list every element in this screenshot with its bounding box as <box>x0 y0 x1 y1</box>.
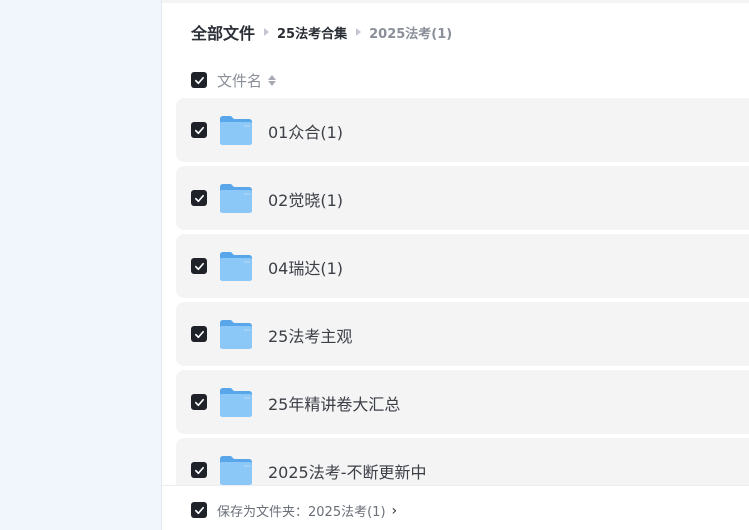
checkmark-icon <box>194 330 204 338</box>
file-row[interactable]: 02觉晓(1) <box>176 166 749 230</box>
save-footer: 保存为文件夹： 2025法考(1) › <box>162 485 749 530</box>
file-checkbox[interactable] <box>191 258 207 274</box>
folder-icon <box>218 318 254 350</box>
top-divider <box>162 0 749 3</box>
column-header-label: 文件名 <box>217 72 263 90</box>
checkmark-icon <box>194 466 204 474</box>
checkmark-icon <box>194 76 204 84</box>
file-name[interactable]: 01众合(1) <box>268 119 343 143</box>
breadcrumb-separator-icon <box>264 28 270 36</box>
breadcrumb-root[interactable]: 全部文件 <box>191 20 255 44</box>
select-all-checkbox[interactable] <box>191 72 207 88</box>
file-checkbox[interactable] <box>191 394 207 410</box>
file-browser: 全部文件 25法考合集 2025法考(1) 文件名 01众合(1) 02觉晓(1)… <box>162 0 749 530</box>
file-checkbox[interactable] <box>191 190 207 206</box>
checkmark-icon <box>194 398 204 406</box>
folder-icon <box>218 182 254 214</box>
file-row[interactable]: 01众合(1) <box>176 98 749 162</box>
checkmark-icon <box>194 126 204 134</box>
checkmark-icon <box>194 506 204 514</box>
sort-icon[interactable] <box>268 75 277 86</box>
file-checkbox[interactable] <box>191 326 207 342</box>
folder-icon <box>218 250 254 282</box>
checkmark-icon <box>194 194 204 202</box>
file-row[interactable]: 25法考主观 <box>176 302 749 366</box>
folder-icon <box>218 114 254 146</box>
file-name[interactable]: 04瑞达(1) <box>268 255 343 279</box>
file-name[interactable]: 25法考主观 <box>268 323 352 347</box>
file-list: 01众合(1) 02觉晓(1) 04瑞达(1) 25法考主观 25年精讲卷大汇总 2025… <box>176 98 749 506</box>
list-header: 文件名 <box>162 66 749 96</box>
breadcrumb-parent[interactable]: 25法考合集 <box>277 23 347 42</box>
folder-icon <box>218 454 254 486</box>
file-name[interactable]: 25年精讲卷大汇总 <box>268 391 400 415</box>
file-row[interactable]: 04瑞达(1) <box>176 234 749 298</box>
column-header-filename[interactable]: 文件名 <box>217 70 277 91</box>
checkmark-icon <box>194 262 204 270</box>
sidebar <box>0 0 162 530</box>
file-checkbox[interactable] <box>191 122 207 138</box>
save-as-folder-checkbox[interactable] <box>191 502 207 518</box>
folder-icon <box>218 386 254 418</box>
breadcrumb-separator-icon <box>356 28 362 36</box>
save-target-folder: 2025法考(1) <box>308 505 386 520</box>
file-name[interactable]: 2025法考-不断更新中 <box>268 459 427 483</box>
file-name[interactable]: 02觉晓(1) <box>268 187 343 211</box>
breadcrumb: 全部文件 25法考合集 2025法考(1) <box>191 20 452 44</box>
app-window: 全部文件 25法考合集 2025法考(1) 文件名 01众合(1) 02觉晓(1)… <box>0 0 749 530</box>
file-checkbox[interactable] <box>191 462 207 478</box>
save-as-label: 保存为文件夹： <box>217 505 309 520</box>
file-row[interactable]: 25年精讲卷大汇总 <box>176 370 749 434</box>
save-as-folder-option[interactable]: 保存为文件夹： 2025法考(1) › <box>217 501 398 521</box>
chevron-right-icon: › <box>391 502 398 519</box>
breadcrumb-current: 2025法考(1) <box>369 26 453 42</box>
